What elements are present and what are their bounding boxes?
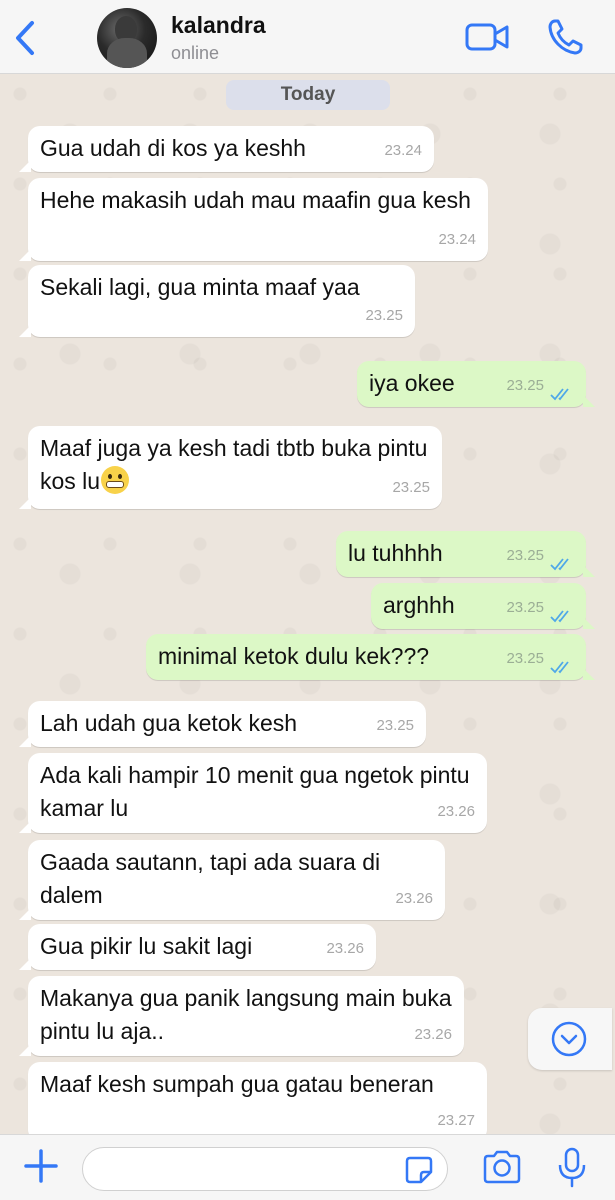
message-bubble-incoming[interactable]: Ada kali hampir 10 menit gua ngetok pint… bbox=[19, 753, 487, 833]
microphone-icon[interactable] bbox=[556, 1147, 588, 1189]
message-time: 23.25 bbox=[506, 599, 544, 616]
message-time: 23.25 bbox=[392, 479, 430, 496]
message-text: Maaf juga ya kesh tadi tbtb buka pintu k… bbox=[40, 435, 428, 494]
message-bubble-outgoing[interactable]: arghhh 23.25 bbox=[371, 583, 595, 629]
double-check-icon bbox=[550, 558, 569, 571]
chat-area[interactable]: Today Gua udah di kos ya keshh 23.24 Heh… bbox=[0, 74, 615, 1134]
grimacing-face-emoji bbox=[101, 466, 130, 494]
chevron-down-circle-icon bbox=[551, 1021, 587, 1057]
message-text: Makanya gua panik langsung main buka pin… bbox=[40, 985, 452, 1044]
message-time: 23.26 bbox=[326, 940, 364, 957]
message-bubble-incoming[interactable]: Lah udah gua ketok kesh 23.25 bbox=[19, 701, 426, 747]
message-time: 23.24 bbox=[438, 231, 476, 248]
message-bubble-outgoing[interactable]: lu tuhhhh 23.25 bbox=[336, 531, 595, 577]
double-check-icon bbox=[550, 661, 569, 674]
message-bubble-incoming[interactable]: Gaada sautann, tapi ada suara di dalem 2… bbox=[19, 840, 445, 920]
sticker-icon[interactable] bbox=[404, 1155, 434, 1185]
plus-icon[interactable] bbox=[22, 1147, 60, 1185]
contact-name[interactable]: kalandra bbox=[171, 12, 266, 39]
message-text: arghhh bbox=[383, 592, 455, 618]
message-text: minimal ketok dulu kek??? bbox=[158, 643, 430, 669]
message-time: 23.26 bbox=[395, 890, 433, 907]
message-bubble-incoming[interactable]: Gua udah di kos ya keshh 23.24 bbox=[19, 126, 434, 172]
message-time: 23.25 bbox=[376, 717, 414, 734]
double-check-icon bbox=[550, 388, 569, 401]
chat-header: kalandra online bbox=[0, 0, 615, 74]
message-text: Hehe makasih udah mau maafin gua kesh bbox=[40, 187, 471, 213]
contact-status: online bbox=[171, 43, 220, 63]
message-bubble-outgoing[interactable]: iya okee 23.25 bbox=[357, 361, 595, 407]
camera-icon[interactable] bbox=[481, 1149, 523, 1185]
message-bubble-incoming[interactable]: Gua pikir lu sakit lagi 23.26 bbox=[19, 924, 376, 970]
double-check-icon bbox=[550, 610, 569, 623]
chevron-left-icon[interactable] bbox=[10, 20, 40, 56]
message-bubble-incoming[interactable]: Maaf juga ya kesh tadi tbtb buka pintu k… bbox=[19, 426, 442, 509]
message-text: Sekali lagi, gua minta maaf yaa bbox=[40, 274, 360, 300]
message-time: 23.24 bbox=[384, 142, 422, 159]
message-text: Gua udah di kos ya keshh bbox=[40, 135, 306, 161]
message-text: Lah udah gua ketok kesh bbox=[40, 710, 298, 736]
message-time: 23.26 bbox=[437, 803, 475, 820]
message-time: 23.25 bbox=[365, 307, 403, 324]
message-text: Maaf kesh sumpah gua gatau beneran bbox=[40, 1071, 434, 1097]
message-text: lu tuhhhh bbox=[348, 540, 443, 566]
phone-icon[interactable] bbox=[547, 18, 583, 56]
message-bubble-outgoing[interactable]: minimal ketok dulu kek??? 23.25 bbox=[146, 634, 595, 680]
message-time: 23.25 bbox=[506, 547, 544, 564]
video-camera-icon[interactable] bbox=[465, 21, 509, 53]
message-time: 23.27 bbox=[437, 1112, 475, 1129]
message-text: iya okee bbox=[369, 370, 455, 396]
message-bubble-incoming[interactable]: Sekali lagi, gua minta maaf yaa 23.25 bbox=[19, 265, 415, 337]
message-input[interactable] bbox=[82, 1147, 448, 1191]
message-bubble-incoming[interactable]: Makanya gua panik langsung main buka pin… bbox=[19, 976, 464, 1056]
message-time: 23.26 bbox=[414, 1026, 452, 1043]
composer-bar bbox=[0, 1134, 615, 1200]
message-time: 23.25 bbox=[506, 650, 544, 667]
avatar[interactable] bbox=[97, 8, 157, 68]
message-time: 23.25 bbox=[506, 377, 544, 394]
message-bubble-incoming[interactable]: Maaf kesh sumpah gua gatau beneran 23.27 bbox=[28, 1062, 487, 1134]
message-text: Gaada sautann, tapi ada suara di dalem bbox=[40, 849, 381, 908]
scroll-to-bottom-button[interactable] bbox=[528, 1008, 612, 1070]
message-text: Gua pikir lu sakit lagi bbox=[40, 933, 253, 959]
message-bubble-incoming[interactable]: Hehe makasih udah mau maafin gua kesh 23… bbox=[19, 178, 488, 261]
date-separator: Today bbox=[226, 80, 390, 110]
message-text: Ada kali hampir 10 menit gua ngetok pint… bbox=[40, 762, 470, 821]
